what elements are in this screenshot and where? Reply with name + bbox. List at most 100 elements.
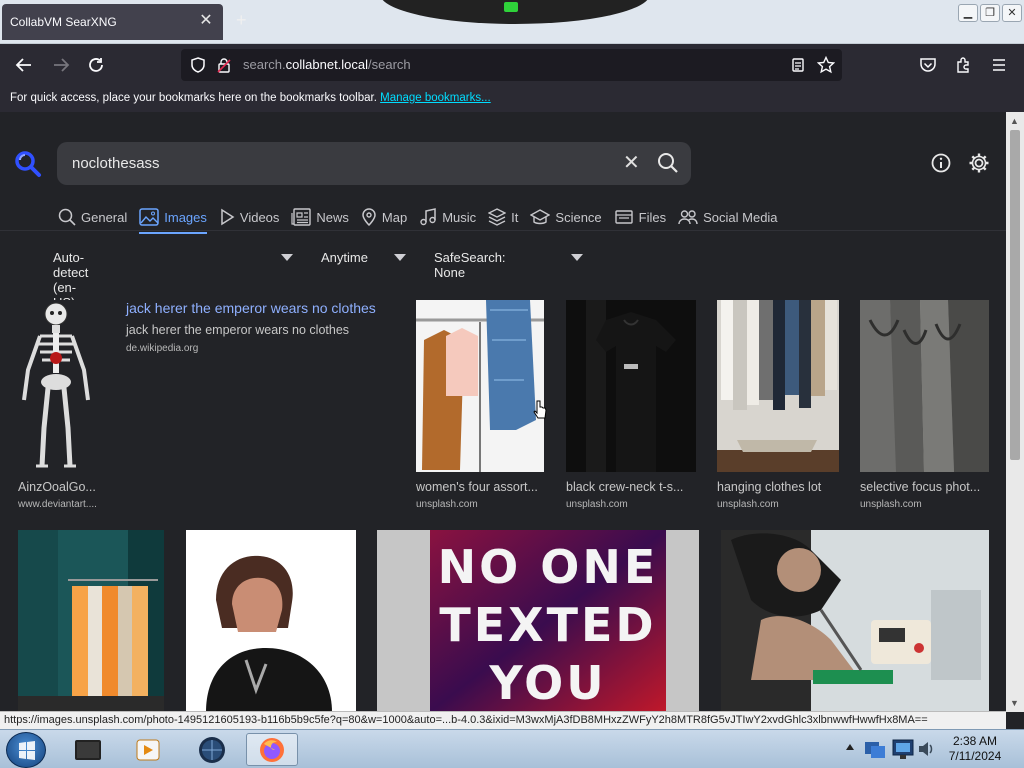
time-range-select[interactable]: Anytime	[321, 250, 368, 265]
close-window-button[interactable]: ✕	[1002, 4, 1022, 22]
tab-label: General	[81, 209, 128, 225]
reader-mode-icon[interactable]	[789, 56, 807, 74]
tab-label: Science	[555, 209, 602, 225]
result-title[interactable]: black crew-neck t-s...	[566, 480, 696, 494]
tab-images[interactable]: Images	[139, 204, 219, 234]
tab-label: Social Media	[703, 209, 778, 225]
chevron-down-icon[interactable]	[394, 254, 406, 261]
window-controls: ▁ ❐ ✕	[958, 4, 1022, 22]
mouse-cursor-icon	[533, 400, 547, 425]
tab-files[interactable]: Files	[614, 204, 678, 230]
result-detail-title[interactable]: jack herer the emperor wears no clothes	[126, 300, 376, 316]
bookmark-star-icon[interactable]	[817, 56, 835, 74]
tab-general[interactable]: General	[58, 204, 139, 230]
safesearch-select[interactable]: SafeSearch: None	[434, 250, 506, 280]
manage-bookmarks-link[interactable]: Manage bookmarks...	[380, 92, 491, 104]
tab-searxng[interactable]: CollabVM SearXNG ✕	[2, 4, 223, 40]
tab-map[interactable]: Map	[361, 204, 419, 230]
tab-it[interactable]: It	[488, 204, 530, 230]
start-button[interactable]	[6, 732, 46, 768]
clock-date: 7/11/2024	[948, 749, 1002, 763]
page-scrollbar[interactable]: ▲ ▼	[1006, 112, 1024, 712]
result-image-person[interactable]	[186, 530, 356, 712]
tray-network-icon[interactable]	[862, 736, 888, 762]
tab-science[interactable]: Science	[530, 204, 613, 230]
result-title[interactable]: selective focus phot...	[860, 480, 992, 494]
firefox-icon	[260, 737, 284, 762]
result-image-black-tshirt[interactable]	[566, 300, 696, 472]
globe-icon	[199, 736, 225, 763]
tab-social-media[interactable]: Social Media	[678, 204, 789, 230]
search-icon[interactable]	[657, 152, 679, 179]
result-image-hanging-clothes[interactable]	[717, 300, 839, 472]
result-image-clothes-rack[interactable]	[416, 300, 544, 472]
new-tab-button[interactable]: +	[236, 10, 247, 31]
result-title[interactable]: hanging clothes lot	[717, 480, 842, 494]
pocket-icon[interactable]	[917, 54, 939, 76]
chevron-down-icon[interactable]	[281, 254, 293, 261]
info-icon[interactable]	[930, 152, 952, 174]
tab-music[interactable]: Music	[419, 204, 488, 230]
taskbar-clock[interactable]: 2:38 AM 7/11/2024	[940, 734, 1010, 764]
tab-label: Images	[164, 209, 207, 225]
layers-icon	[488, 208, 507, 226]
taskbar-app-media-player[interactable]	[122, 733, 174, 766]
hamburger-menu-icon[interactable]	[988, 54, 1010, 76]
meme-line: TEXTED	[439, 598, 657, 652]
tab-videos[interactable]: Videos	[219, 204, 292, 230]
address-bar[interactable]: search.collabnet.local/search	[181, 49, 842, 81]
tab-label: It	[511, 209, 519, 225]
taskbar-app-terminal[interactable]	[62, 733, 114, 766]
result-source: unsplash.com	[717, 499, 779, 510]
result-image-selective-focus[interactable]	[860, 300, 989, 472]
tab-label: Music	[442, 209, 477, 225]
scrollbar-thumb[interactable]	[1010, 130, 1020, 460]
tab-title: CollabVM SearXNG	[10, 15, 117, 29]
extensions-icon[interactable]	[953, 54, 975, 76]
clear-search-icon[interactable]: ✕	[623, 153, 640, 173]
graduation-cap-icon	[530, 209, 551, 225]
forward-arrow-icon[interactable]	[50, 54, 72, 76]
tray-display-icon[interactable]	[890, 736, 916, 762]
divider	[0, 230, 1006, 231]
gear-icon[interactable]	[968, 152, 990, 174]
tab-bar: CollabVM SearXNG ✕ + ▁ ❐ ✕	[0, 0, 1024, 44]
reload-icon[interactable]	[85, 54, 107, 76]
tab-label: Map	[381, 209, 408, 225]
people-icon	[678, 210, 698, 225]
url-text[interactable]: search.collabnet.local/search	[243, 57, 411, 72]
shield-icon[interactable]	[189, 56, 207, 74]
searxng-logo-icon[interactable]	[14, 150, 42, 183]
scroll-up-icon[interactable]: ▲	[1010, 116, 1019, 126]
result-image-skeleton[interactable]	[16, 300, 96, 472]
search-input[interactable]: noclothesass ✕	[57, 142, 691, 185]
taskbar-app-firefox[interactable]	[246, 733, 298, 766]
clock-time: 2:38 AM	[952, 734, 998, 748]
back-arrow-icon[interactable]	[13, 54, 35, 76]
taskbar-app-network[interactable]	[186, 733, 238, 766]
result-source: unsplash.com	[416, 499, 478, 510]
tray-speaker-icon[interactable]	[916, 738, 936, 760]
result-image-electronics[interactable]	[721, 530, 989, 712]
vm-toolbar-handle[interactable]	[380, 0, 650, 24]
chevron-down-icon[interactable]	[571, 254, 583, 261]
result-image-store-rack[interactable]	[18, 530, 164, 712]
lock-icon[interactable]	[215, 56, 233, 74]
tab-news[interactable]: News	[291, 204, 361, 230]
result-source: www.deviantart....	[18, 499, 97, 510]
navigation-toolbar: search.collabnet.local/search	[0, 44, 1024, 86]
result-detail-source: de.wikipedia.org	[126, 343, 199, 354]
result-title[interactable]: women's four assort...	[416, 480, 546, 494]
result-image-meme[interactable]: NO ONE TEXTED YOU	[377, 530, 699, 712]
close-icon[interactable]: ✕	[197, 12, 215, 30]
search-icon	[58, 208, 76, 226]
scroll-down-icon[interactable]: ▼	[1010, 698, 1019, 708]
tab-label: Videos	[239, 209, 280, 225]
show-hidden-icons-icon[interactable]	[846, 744, 854, 750]
result-title[interactable]: AinzOoalGo...	[18, 480, 108, 494]
image-icon	[139, 208, 159, 226]
restore-button[interactable]: ❐	[980, 4, 1000, 22]
minimize-button[interactable]: ▁	[958, 4, 978, 22]
status-light-icon	[504, 2, 518, 12]
result-detail-description: jack herer the emperor wears no clothes	[126, 323, 350, 337]
